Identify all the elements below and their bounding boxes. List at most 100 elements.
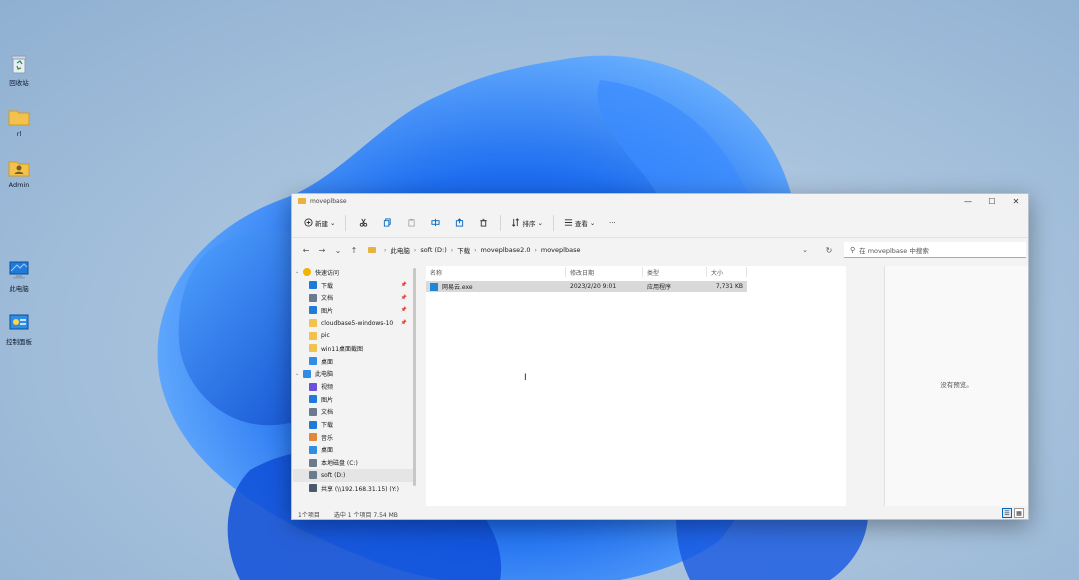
table-row[interactable]: 网易云.exe 2023/2/20 9:01 应用程序 7,731 KB bbox=[426, 281, 747, 292]
nav-item[interactable]: ⌄ 快速访问 bbox=[293, 266, 413, 279]
sort-icon bbox=[512, 218, 520, 227]
maximize-button[interactable]: ☐ bbox=[980, 194, 1004, 208]
more-options-button[interactable]: ··· bbox=[601, 213, 623, 233]
nav-item[interactable]: 下载 bbox=[293, 418, 413, 431]
nav-item[interactable]: 图片 bbox=[293, 393, 413, 406]
nav-item[interactable]: 视频 bbox=[293, 380, 413, 393]
drive-icon bbox=[309, 458, 317, 467]
nav-item[interactable]: 桌面 bbox=[293, 444, 413, 457]
nav-item[interactable]: 下载 📌 bbox=[293, 279, 413, 292]
minimize-button[interactable]: — bbox=[956, 194, 980, 208]
desktop-icon-control-panel[interactable]: 控制面板 bbox=[2, 312, 36, 346]
view-list-icon bbox=[564, 219, 573, 226]
column-header-type[interactable]: 类型 bbox=[643, 267, 707, 277]
nav-item[interactable]: 本地磁盘 (C:) bbox=[293, 456, 413, 469]
column-header-name[interactable]: 名称 bbox=[426, 267, 566, 277]
nav-item[interactable]: 桌面 bbox=[293, 355, 413, 368]
nav-item[interactable]: soft (D:) bbox=[293, 469, 413, 482]
video-icon bbox=[309, 382, 317, 391]
file-size: 7,731 KB bbox=[715, 283, 743, 290]
this-pc-icon bbox=[9, 261, 29, 279]
chevron-down-icon[interactable]: ⌄ bbox=[802, 246, 808, 254]
pictures-icon bbox=[309, 306, 317, 315]
app-icon bbox=[430, 283, 438, 292]
nav-item[interactable]: 图片 📌 bbox=[293, 304, 413, 317]
chevron-down-icon[interactable]: ⌄ bbox=[295, 371, 303, 377]
nav-item[interactable]: 文档 📌 bbox=[293, 291, 413, 304]
view-button[interactable]: 查看 ⌄ bbox=[560, 213, 599, 233]
cut-button[interactable] bbox=[352, 213, 374, 233]
nav-item[interactable]: win11桌面截图 bbox=[293, 342, 413, 355]
delete-button[interactable] bbox=[472, 213, 494, 233]
paste-button[interactable] bbox=[400, 213, 422, 233]
recent-locations-button[interactable]: ⌄ bbox=[330, 243, 346, 257]
trash-icon bbox=[480, 218, 487, 227]
pin-icon: 📌 bbox=[400, 294, 407, 301]
rename-icon bbox=[431, 218, 440, 227]
nav-item[interactable]: 共享 (\\192.168.31.15) (Y:) bbox=[293, 482, 413, 495]
details-view-button[interactable]: ☰ bbox=[1002, 508, 1012, 518]
copy-button[interactable] bbox=[376, 213, 398, 233]
nav-item-label: soft (D:) bbox=[321, 471, 346, 479]
star-icon bbox=[303, 268, 311, 277]
file-type: 应用程序 bbox=[647, 284, 672, 291]
clipboard-icon bbox=[408, 218, 415, 227]
nav-item-label: 快速访问 bbox=[315, 269, 340, 277]
file-name-cell: 网易云.exe bbox=[426, 282, 566, 292]
column-header-row: 名称 修改日期 类型 大小 bbox=[426, 266, 846, 278]
title-bar[interactable]: moveplbase — ☐ ✕ bbox=[292, 194, 1028, 208]
chevron-down-icon: ⌄ bbox=[330, 218, 336, 227]
desktop-icon-folder-rl[interactable]: rl bbox=[2, 106, 36, 138]
pictures-icon bbox=[309, 395, 317, 404]
chevron-down-icon[interactable]: ⌄ bbox=[295, 269, 303, 275]
column-header-size[interactable]: 大小 bbox=[707, 267, 747, 277]
desktop-icon-admin[interactable]: Admin bbox=[2, 157, 36, 189]
new-button[interactable]: 新建 ⌄ bbox=[300, 213, 339, 233]
desktop-icon bbox=[309, 445, 317, 454]
nav-item[interactable]: ⌄ 此电脑 bbox=[293, 368, 413, 381]
nav-item[interactable]: pic bbox=[293, 329, 413, 342]
chevron-right-icon: › bbox=[413, 246, 417, 254]
forward-button[interactable]: → bbox=[314, 243, 330, 257]
breadcrumb-item[interactable]: 下载 bbox=[457, 245, 470, 255]
search-input[interactable]: ⚲ 在 moveplbase 中搜索 bbox=[844, 242, 1026, 258]
desktop-icon-label: Admin bbox=[8, 181, 30, 189]
breadcrumb-item[interactable]: soft (D:) bbox=[420, 246, 446, 254]
selection-info: 选中 1 个项目 7.54 MB bbox=[333, 511, 398, 519]
folder-icon bbox=[309, 331, 317, 340]
folder-icon bbox=[298, 198, 306, 204]
folder-icon bbox=[309, 319, 317, 328]
up-button[interactable]: ↑ bbox=[346, 243, 362, 257]
refresh-button[interactable]: ↻ bbox=[822, 243, 836, 257]
nav-item-label: cloudbase5-windows-10 bbox=[321, 319, 394, 327]
desktop-icon-recycle-bin[interactable]: 回收站 bbox=[2, 53, 36, 87]
nav-item-label: 图片 bbox=[321, 307, 334, 315]
divider bbox=[500, 214, 502, 231]
address-bar[interactable]: › 此电脑 › soft (D:) › 下载 › moveplbase2.0 ›… bbox=[364, 243, 814, 257]
share-icon bbox=[455, 218, 464, 227]
nav-item[interactable]: 音乐 bbox=[293, 431, 413, 444]
breadcrumb-item[interactable]: 此电脑 bbox=[390, 245, 410, 255]
folder-icon bbox=[368, 247, 376, 253]
navigation-scrollbar[interactable] bbox=[413, 268, 416, 486]
column-header-modified[interactable]: 修改日期 bbox=[566, 267, 643, 277]
breadcrumb-item[interactable]: moveplbase bbox=[541, 246, 581, 254]
back-button[interactable]: ← bbox=[298, 243, 314, 257]
pin-icon: 📌 bbox=[400, 307, 407, 314]
sort-button[interactable]: 排序 ⌄ bbox=[507, 213, 546, 233]
breadcrumb-item[interactable]: moveplbase2.0 bbox=[481, 246, 531, 254]
chevron-down-icon: ⌄ bbox=[589, 218, 596, 227]
desktop-icon-this-pc[interactable]: 此电脑 bbox=[2, 259, 36, 293]
nav-item-label: 此电脑 bbox=[315, 371, 334, 379]
item-count: 1个项目 bbox=[298, 511, 320, 519]
nav-item[interactable]: cloudbase5-windows-10 📌 bbox=[293, 317, 413, 330]
close-button[interactable]: ✕ bbox=[1004, 194, 1028, 208]
copy-icon bbox=[383, 218, 391, 227]
nav-item[interactable]: 文档 bbox=[293, 406, 413, 419]
share-button[interactable] bbox=[448, 213, 470, 233]
rename-button[interactable] bbox=[424, 213, 446, 233]
tiles-view-button[interactable]: ▦ bbox=[1014, 508, 1024, 518]
scissors-icon bbox=[359, 218, 368, 227]
folder-icon bbox=[309, 344, 317, 353]
search-placeholder: 在 moveplbase 中搜索 bbox=[859, 246, 929, 255]
